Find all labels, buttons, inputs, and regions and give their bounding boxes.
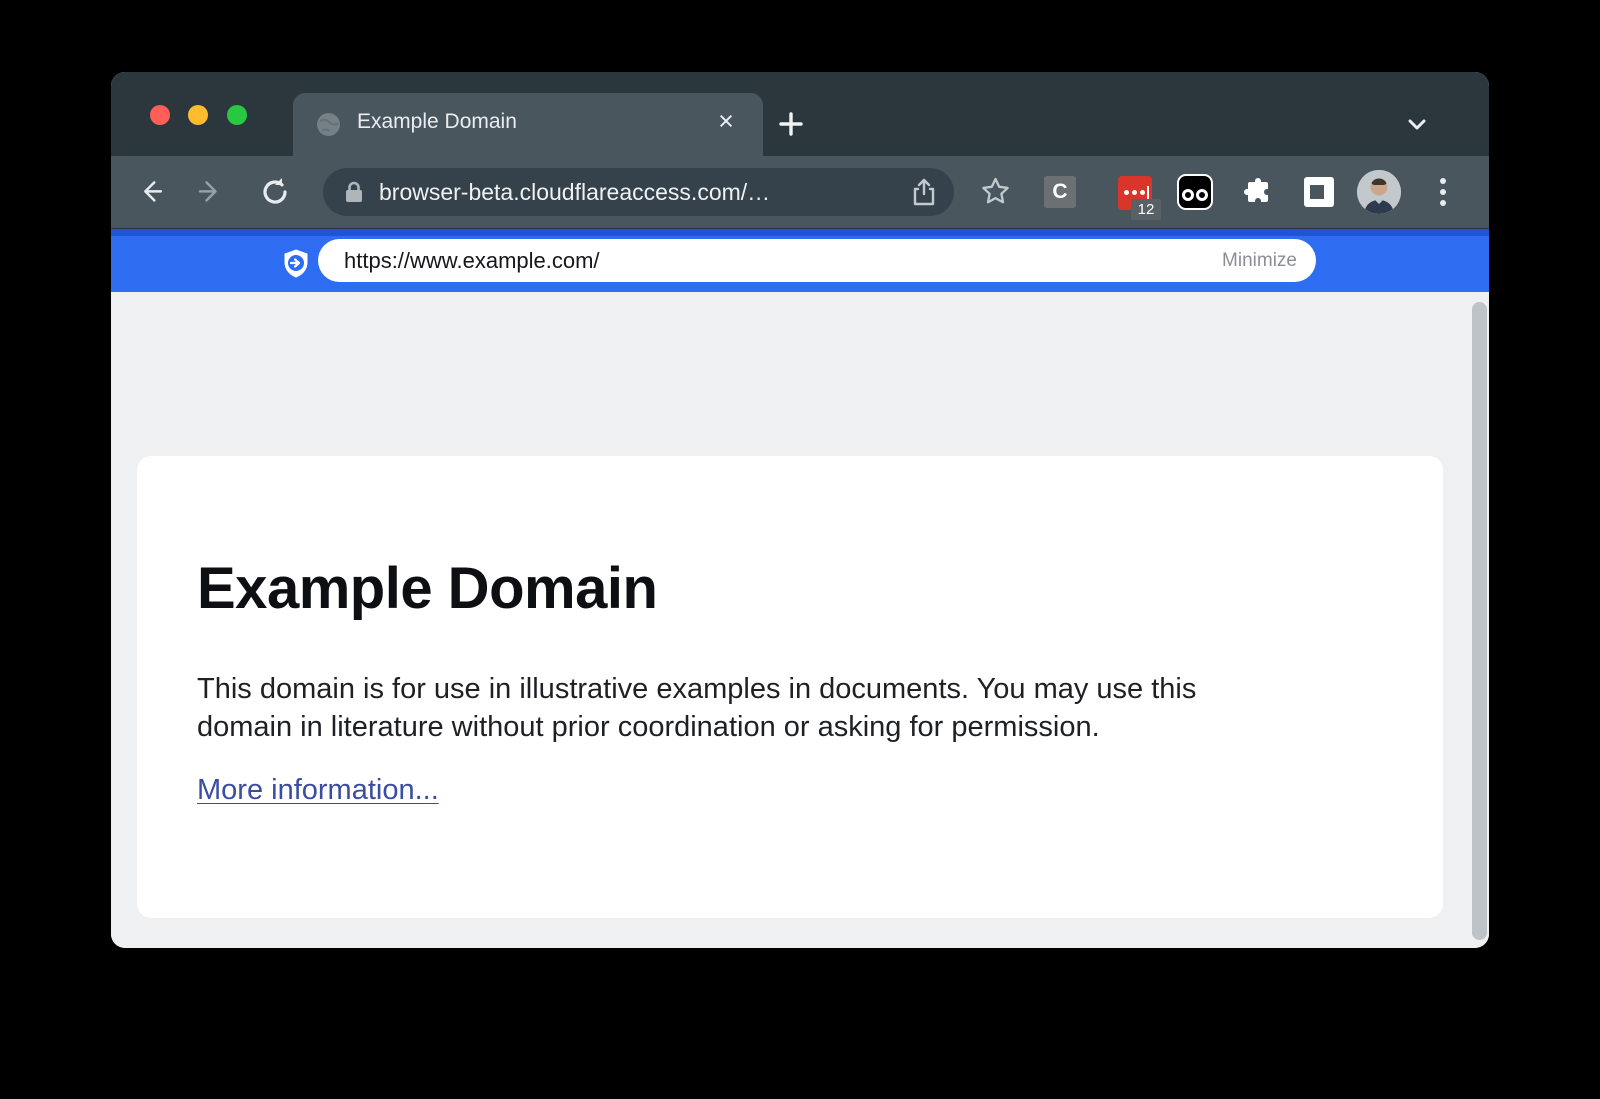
page-viewport: Example Domain This domain is for use in… xyxy=(111,292,1489,948)
browser-menu-button[interactable] xyxy=(1439,176,1447,208)
arrow-right-icon xyxy=(195,175,229,209)
scrollbar-thumb[interactable] xyxy=(1472,302,1487,940)
minimize-button[interactable]: Minimize xyxy=(1222,239,1297,282)
dot-icon xyxy=(1440,200,1446,206)
share-button[interactable] xyxy=(910,178,938,206)
share-icon xyxy=(910,178,938,206)
cursor-bar-icon xyxy=(1147,186,1149,199)
puzzle-icon xyxy=(1243,177,1273,207)
tab-curve xyxy=(281,144,293,156)
back-button[interactable] xyxy=(133,175,167,209)
side-panel-button[interactable] xyxy=(1304,177,1334,207)
extension-camera-button[interactable] xyxy=(1177,174,1213,210)
tab-curve xyxy=(763,144,775,156)
profile-avatar[interactable] xyxy=(1357,170,1401,214)
bookmark-star-button[interactable] xyxy=(980,176,1011,207)
dot-icon xyxy=(1440,178,1446,184)
extension-badge: 12 xyxy=(1131,199,1161,220)
dot-icon xyxy=(1132,190,1137,195)
body-line: This domain is for use in illustrative e… xyxy=(197,670,1196,708)
tab-search-chevron-button[interactable] xyxy=(1401,108,1433,140)
tab-title: Example Domain xyxy=(357,110,517,134)
circle-icon xyxy=(1182,189,1194,201)
browser-window: Example Domain × xyxy=(111,72,1489,948)
tab-close-icon[interactable]: × xyxy=(709,105,743,139)
window-zoom-button[interactable] xyxy=(227,105,247,125)
window-minimize-button[interactable] xyxy=(188,105,208,125)
plus-icon xyxy=(775,108,807,140)
remote-browser-access-bar: https://www.example.com/ Minimize xyxy=(111,229,1489,292)
body-line: domain in literature without prior coord… xyxy=(197,708,1196,746)
reload-icon xyxy=(258,175,292,209)
lock-icon[interactable] xyxy=(343,181,365,203)
dot-icon xyxy=(1124,190,1129,195)
remote-url-input[interactable]: https://www.example.com/ Minimize xyxy=(318,239,1316,282)
extension-c-button[interactable]: C xyxy=(1044,176,1076,208)
globe-icon xyxy=(316,112,341,137)
side-panel-icon xyxy=(1310,185,1324,199)
new-tab-button[interactable] xyxy=(775,108,807,140)
navigation-toolbar: browser-beta.cloudflareaccess.com/… C 12 xyxy=(111,156,1489,229)
dot-icon xyxy=(1140,190,1145,195)
forward-button[interactable] xyxy=(195,175,229,209)
tab-strip: Example Domain × xyxy=(111,72,1489,156)
extensions-menu-button[interactable] xyxy=(1243,177,1273,207)
extension-password-manager-button[interactable]: 12 xyxy=(1118,176,1152,210)
arrow-left-icon xyxy=(133,175,167,209)
dot-icon xyxy=(1440,189,1446,195)
address-bar[interactable]: browser-beta.cloudflareaccess.com/… xyxy=(323,168,954,216)
shield-icon xyxy=(282,249,310,278)
tab-example-domain[interactable]: Example Domain × xyxy=(293,93,763,156)
page-body-text: This domain is for use in illustrative e… xyxy=(197,670,1196,746)
page-heading: Example Domain xyxy=(197,560,657,618)
url-text: browser-beta.cloudflareaccess.com/… xyxy=(379,168,770,216)
access-bar-top-line xyxy=(111,229,1489,236)
avatar-photo xyxy=(1357,170,1401,214)
circle-icon xyxy=(1196,189,1208,201)
chevron-down-icon xyxy=(1401,108,1433,140)
star-icon xyxy=(980,176,1011,207)
remote-url-text: https://www.example.com/ xyxy=(344,239,600,282)
window-close-button[interactable] xyxy=(150,105,170,125)
more-information-link[interactable]: More information... xyxy=(197,774,439,807)
reload-button[interactable] xyxy=(258,175,292,209)
content-card: Example Domain This domain is for use in… xyxy=(137,456,1443,918)
